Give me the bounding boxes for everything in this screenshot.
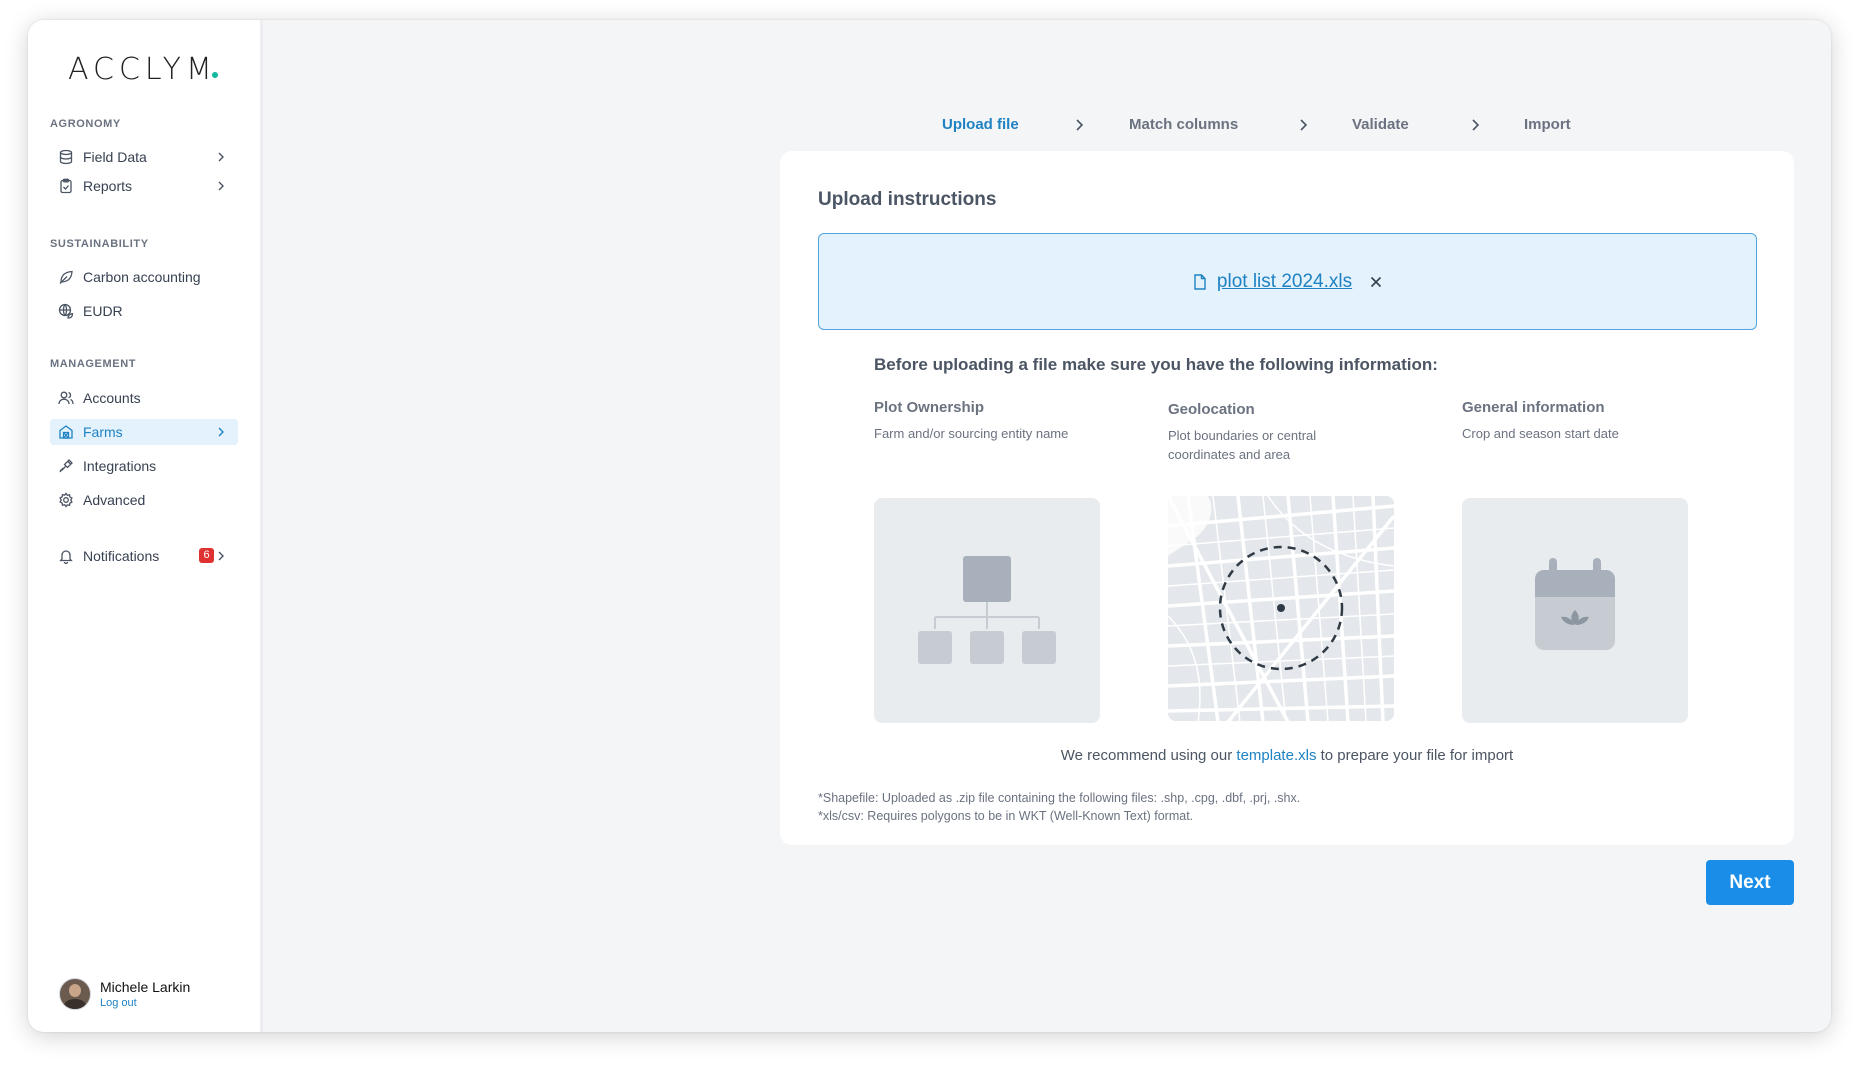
sidebar-item-label: Reports	[83, 178, 133, 194]
requirement-general-information: General information Crop and season star…	[1462, 399, 1688, 443]
requirement-title: General information	[1462, 399, 1605, 416]
requirement-desc: Crop and season start date	[1462, 426, 1619, 441]
recommend-prefix: We recommend using our	[1060, 747, 1233, 764]
step-match-columns[interactable]: Match columns	[1129, 116, 1238, 133]
sidebar-item-label: Farms	[83, 424, 123, 440]
step-import[interactable]: Import	[1524, 116, 1571, 133]
map-icon	[1168, 496, 1394, 721]
sidebar: ACCLYM AGRONOMY Field Data Reports SUSTA…	[28, 20, 263, 1032]
requirement-title: Geolocation	[1168, 401, 1255, 418]
card-title: Upload instructions	[818, 189, 997, 210]
sidebar-item-integrations[interactable]: Integrations	[50, 453, 238, 479]
sidebar-item-carbon-accounting[interactable]: Carbon accounting	[50, 264, 238, 290]
leaf-icon	[57, 268, 75, 286]
user-profile: Michele Larkin Log out	[59, 978, 190, 1010]
chevron-right-icon	[218, 427, 224, 437]
sidebar-item-accounts[interactable]: Accounts	[50, 385, 238, 411]
requirement-title: Plot Ownership	[874, 399, 985, 416]
xls-csv-note: *xls/csv: Requires polygons to be in WKT…	[818, 809, 1194, 823]
shapefile-note: *Shapefile: Uploaded as .zip file contai…	[818, 791, 1301, 805]
section-title-sustainability: SUSTAINABILITY	[50, 238, 149, 250]
template-recommendation: We recommend using our template.xls to p…	[780, 747, 1794, 764]
chevron-right-icon	[218, 181, 224, 191]
globe-leaf-icon	[57, 302, 75, 320]
chevron-right-icon	[218, 152, 224, 162]
requirement-desc: Plot boundaries or central coordinates a…	[1168, 428, 1317, 462]
gear-icon	[57, 491, 75, 509]
upload-card: Upload instructions plot list 2024.xls B…	[780, 151, 1794, 845]
file-icon	[1194, 273, 1206, 290]
sidebar-item-label: Field Data	[83, 149, 147, 165]
plug-icon	[57, 457, 75, 475]
requirement-plot-ownership: Plot Ownership Farm and/or sourcing enti…	[874, 399, 1100, 443]
logout-link[interactable]: Log out	[100, 997, 190, 1009]
recommend-suffix: to prepare your file for import	[1320, 747, 1514, 764]
clipboard-icon	[57, 177, 75, 195]
sidebar-item-label: Accounts	[83, 390, 141, 406]
next-button[interactable]: Next	[1706, 860, 1794, 905]
sidebar-item-label: Notifications	[83, 548, 160, 564]
uploaded-file-link[interactable]: plot list 2024.xls	[1217, 271, 1352, 293]
avatar	[59, 978, 91, 1010]
database-icon	[57, 148, 75, 166]
close-icon[interactable]	[1368, 274, 1384, 290]
sidebar-item-label: Advanced	[83, 492, 146, 508]
step-validate[interactable]: Validate	[1352, 116, 1409, 133]
requirement-desc: Farm and/or sourcing entity name	[874, 426, 1069, 441]
requirement-geolocation: Geolocation Plot boundaries or central c…	[1168, 401, 1348, 464]
sidebar-item-field-data[interactable]: Field Data	[50, 144, 238, 170]
bell-icon	[57, 547, 75, 565]
calendar-icon	[1462, 498, 1688, 723]
sidebar-item-label: Carbon accounting	[83, 269, 201, 285]
sidebar-item-reports[interactable]: Reports	[50, 173, 238, 199]
chevron-right-icon	[1472, 119, 1480, 131]
user-name: Michele Larkin	[100, 979, 191, 995]
info-heading: Before uploading a file make sure you ha…	[874, 355, 1438, 374]
app-window: ACCLYM AGRONOMY Field Data Reports SUSTA…	[28, 20, 1831, 1032]
sidebar-item-label: Integrations	[83, 458, 157, 474]
section-title-agronomy: AGRONOMY	[50, 118, 121, 130]
template-download-link[interactable]: template.xls	[1236, 747, 1316, 764]
file-dropzone[interactable]: plot list 2024.xls	[818, 233, 1757, 330]
sidebar-item-eudr[interactable]: EUDR	[50, 298, 238, 324]
sidebar-item-advanced[interactable]: Advanced	[50, 487, 238, 513]
notification-count-badge: 6	[199, 548, 214, 563]
main-content: Upload file Match columns Validate Impor…	[263, 20, 1831, 1032]
chevron-right-icon	[1076, 119, 1084, 131]
chevron-right-icon	[218, 551, 224, 561]
users-icon	[57, 389, 75, 407]
step-upload-file[interactable]: Upload file	[942, 116, 1019, 133]
sidebar-item-label: EUDR	[83, 303, 123, 319]
sidebar-item-farms[interactable]: Farms	[50, 419, 238, 445]
section-title-management: MANAGEMENT	[50, 358, 137, 370]
barn-icon	[57, 423, 75, 441]
stepper: Upload file Match columns Validate Impor…	[263, 116, 1831, 140]
chevron-right-icon	[1300, 119, 1308, 131]
sidebar-item-notifications[interactable]: Notifications 6	[50, 543, 238, 569]
brand-logo: ACCLYM	[68, 52, 217, 87]
hierarchy-icon	[874, 498, 1100, 723]
logo-dot	[212, 72, 218, 78]
